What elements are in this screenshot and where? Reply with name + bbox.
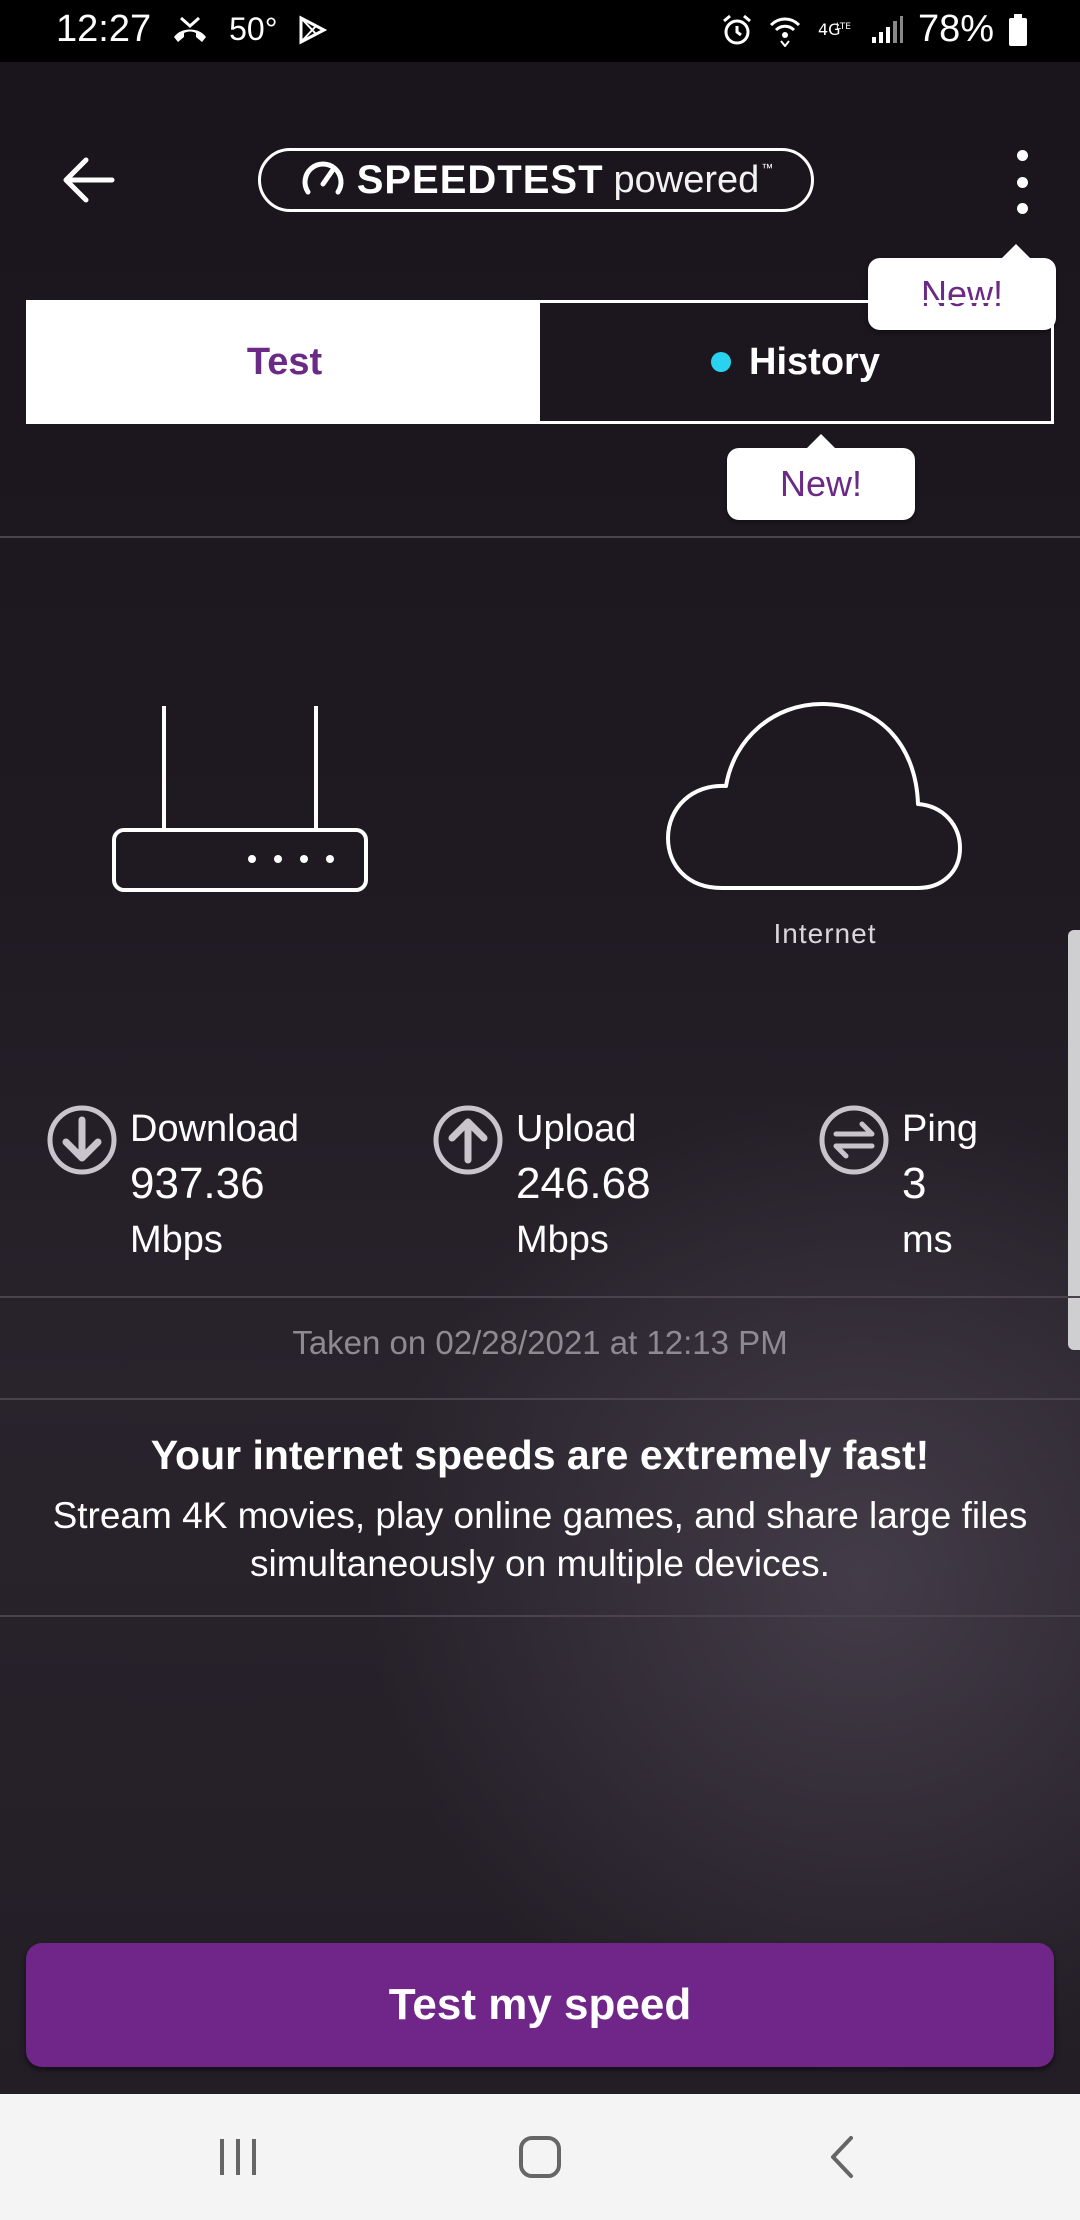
arrow-left-icon [63, 157, 115, 203]
download-value: 937.36 [130, 1159, 265, 1208]
system-nav-bar [0, 2094, 1080, 2220]
back-button[interactable] [58, 150, 118, 210]
logo-brand: SPEEDTEST [356, 157, 604, 202]
tab-test[interactable]: Test [29, 303, 540, 421]
test-my-speed-button[interactable]: Test my speed [26, 1943, 1054, 2067]
overflow-menu-button[interactable] [1000, 150, 1044, 214]
volte-icon: 4G LTE [816, 15, 856, 45]
upload-label: Upload [516, 1108, 637, 1150]
test-timestamp: Taken on 02/28/2021 at 12:13 PM [292, 1324, 788, 1361]
divider [0, 1296, 1080, 1298]
status-left: 12:27 50° [56, 8, 328, 51]
status-right: 4G LTE 78% [720, 8, 1028, 51]
arrow-down-circle-icon [47, 1105, 117, 1175]
speedometer-icon [302, 161, 344, 195]
cloud-icon [666, 702, 962, 890]
home-icon [519, 2136, 561, 2178]
logo-suffix: powered [613, 158, 760, 201]
status-temperature: 50° [229, 11, 278, 47]
upload-unit: Mbps [516, 1219, 609, 1261]
back-nav-button[interactable] [808, 2126, 878, 2188]
divider [0, 1398, 1080, 1400]
ping-unit: ms [902, 1219, 953, 1261]
upload-value: 246.68 [516, 1159, 651, 1208]
signal-icon [870, 15, 904, 45]
menu-dot [1016, 150, 1028, 161]
ping-text: Ping 3 ms [902, 1104, 978, 1266]
ping-label: Ping [902, 1108, 979, 1150]
tab-bar: Test History [26, 300, 1054, 424]
status-battery-percent: 78% [917, 8, 994, 50]
menu-dot [1016, 203, 1028, 214]
internet-label: Internet [773, 918, 877, 949]
speedtest-logo: SPEEDTEST powered ™ [258, 148, 814, 212]
recents-icon [220, 2139, 256, 2175]
download-label: Download [130, 1108, 299, 1150]
ping-arrows-icon [819, 1105, 889, 1175]
battery-icon [1008, 13, 1028, 47]
status-time: 12:27 [56, 8, 152, 50]
arrow-up-circle-icon [433, 1105, 503, 1175]
menu-dot [1016, 176, 1028, 188]
router-icon [112, 706, 368, 892]
speedtest-screen: 12:27 50° 4G LTE 78% SPEEDTEST powered ™… [0, 0, 1080, 2220]
logo-trademark: ™ [761, 161, 774, 175]
home-button[interactable] [505, 2126, 575, 2188]
result-description: Stream 4K movies, play online games, and… [52, 1495, 1028, 1584]
download-text: Download 937.36 Mbps [130, 1104, 299, 1266]
scrollbar[interactable] [1068, 930, 1080, 1350]
history-new-tooltip[interactable]: New! [727, 434, 915, 520]
ping-value: 3 [902, 1159, 927, 1208]
status-bar: 12:27 50° 4G LTE 78% [0, 0, 1080, 62]
result-headline: Your internet speeds are extremely fast! [150, 1432, 930, 1478]
history-new-dot [711, 352, 732, 372]
divider [0, 536, 1080, 538]
divider [0, 1615, 1080, 1617]
download-unit: Mbps [130, 1219, 223, 1261]
tab-history-label: History [749, 340, 880, 383]
wifi-icon [768, 13, 802, 47]
tab-history[interactable]: History [540, 303, 1051, 421]
upload-text: Upload 246.68 Mbps [516, 1104, 651, 1266]
chevron-left-icon [831, 2136, 853, 2178]
alarm-icon [720, 13, 754, 47]
play-store-icon [297, 15, 328, 45]
tab-test-label: Test [246, 340, 323, 383]
missed-call-icon [171, 15, 209, 45]
recents-button[interactable] [203, 2126, 273, 2188]
svg-text:LTE: LTE [836, 22, 851, 32]
